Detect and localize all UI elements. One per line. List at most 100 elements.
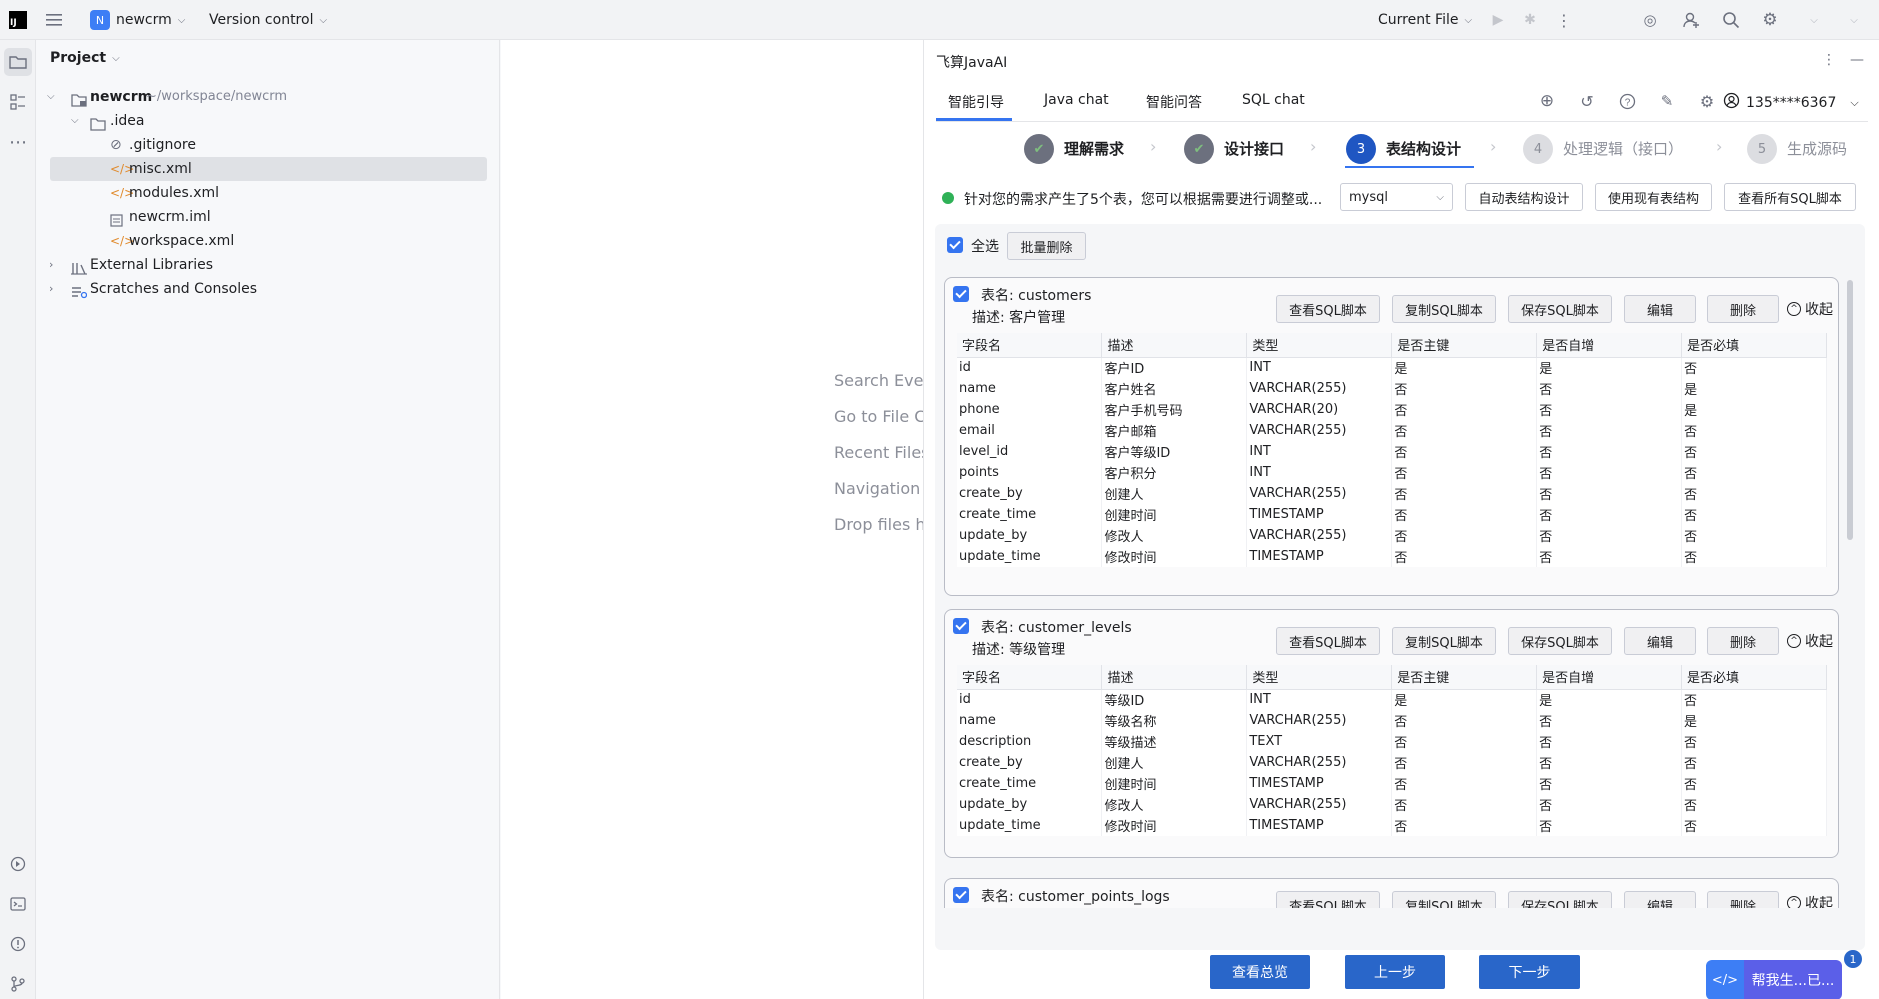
save-sql-button[interactable]: 保存SQL脚本	[1508, 891, 1612, 908]
table-row[interactable]: id 客户ID INT 是是否	[957, 357, 1827, 378]
history-icon[interactable]: ↺	[1577, 91, 1597, 111]
table-select-checkbox[interactable]	[953, 887, 969, 903]
table-row[interactable]: create_by 创建人 VARCHAR(255) 否否否	[957, 483, 1827, 504]
tab-java-chat[interactable]: Java chat	[1044, 92, 1109, 108]
table-row[interactable]: description 等级描述 TEXT 否否否	[957, 731, 1827, 752]
settings-icon[interactable]: ⚙	[1697, 91, 1717, 111]
table-row[interactable]: points 客户积分 INT 否否否	[957, 462, 1827, 483]
project-widget[interactable]: N newcrm ⌵	[90, 9, 185, 31]
table-row[interactable]: create_time 创建时间 TIMESTAMP 否否否	[957, 504, 1827, 525]
table-row[interactable]: update_by 修改人 VARCHAR(255) 否否否	[957, 525, 1827, 546]
tree-item-idea[interactable]: ⌵ .idea	[37, 109, 487, 133]
table-row[interactable]: phone 客户手机号码 VARCHAR(20) 否否是	[957, 399, 1827, 420]
tree-item-misc-xml[interactable]: </> misc.xml	[50, 157, 487, 181]
view-overview-button[interactable]: 查看总览	[1210, 955, 1310, 989]
services-icon[interactable]	[6, 852, 30, 876]
run-icon[interactable]: ▶	[1488, 10, 1508, 30]
ai-helper-widget[interactable]: </> 帮我生...已...	[1706, 960, 1842, 999]
edit-button[interactable]: 编辑	[1624, 295, 1696, 323]
copy-sql-button[interactable]: 复制SQL脚本	[1392, 627, 1496, 655]
view-all-sql-button[interactable]: 查看所有SQL脚本	[1724, 183, 1856, 211]
minimize-icon[interactable]: ⌵	[1804, 10, 1824, 30]
table-row[interactable]: name 客户姓名 VARCHAR(255) 否否是	[957, 378, 1827, 399]
copy-sql-button[interactable]: 复制SQL脚本	[1392, 295, 1496, 323]
user-account-menu[interactable]: 135****6367 ⌵	[1723, 92, 1859, 113]
table-row[interactable]: name 等级名称 VARCHAR(255) 否否是	[957, 710, 1827, 731]
table-row[interactable]: create_by 创建人 VARCHAR(255) 否否否	[957, 752, 1827, 773]
hide-panel-icon[interactable]: —	[1848, 50, 1866, 70]
db-type-select[interactable]: mysql ⌵	[1340, 183, 1453, 211]
edit-icon[interactable]: ✎	[1657, 91, 1677, 111]
main-menu-icon[interactable]	[44, 10, 64, 30]
help-icon[interactable]: ?	[1617, 91, 1637, 111]
window-control-icon[interactable]: ⌵	[1844, 10, 1864, 30]
project-folder-icon[interactable]	[4, 48, 32, 76]
tab-smart-qa[interactable]: 智能问答	[1146, 92, 1202, 112]
chevron-right-icon[interactable]: ›	[49, 253, 53, 277]
edit-button[interactable]: 编辑	[1624, 891, 1696, 908]
next-step-button[interactable]: 下一步	[1479, 955, 1580, 989]
more-tools-icon[interactable]: ⋯	[6, 130, 30, 154]
more-actions-icon[interactable]: ⋮	[1554, 10, 1574, 30]
tree-item-newcrm-iml[interactable]: newcrm.iml	[37, 205, 487, 229]
app-logo-icon[interactable]: IJ	[9, 11, 27, 29]
collapse-toggle[interactable]: ^ 收起	[1787, 299, 1833, 319]
search-icon[interactable]	[1721, 10, 1741, 30]
more-options-icon[interactable]: ⋮	[1820, 50, 1838, 70]
new-chat-icon[interactable]: ⊕	[1537, 91, 1557, 111]
step-4-label[interactable]: 处理逻辑（接口）	[1563, 138, 1683, 159]
vcs-widget[interactable]: Version control ⌵	[209, 9, 327, 31]
collapse-toggle[interactable]: ^ 收起	[1787, 631, 1833, 651]
tree-item-scratches[interactable]: › Scratches and Consoles	[37, 277, 487, 301]
chevron-right-icon[interactable]: ›	[49, 277, 53, 301]
table-row[interactable]: id 等级ID INT 是是否	[957, 689, 1827, 710]
terminal-icon[interactable]	[6, 892, 30, 916]
table-row[interactable]: email 客户邮箱 VARCHAR(255) 否否否	[957, 420, 1827, 441]
table-select-checkbox[interactable]	[953, 618, 969, 634]
step-5-label[interactable]: 生成源码	[1787, 138, 1847, 159]
save-sql-button[interactable]: 保存SQL脚本	[1508, 295, 1612, 323]
tab-sql-chat[interactable]: SQL chat	[1242, 92, 1305, 108]
chevron-down-icon[interactable]: ⌵	[71, 109, 79, 133]
copy-sql-button[interactable]: 复制SQL脚本	[1392, 891, 1496, 908]
edit-button[interactable]: 编辑	[1624, 627, 1696, 655]
step-3-label[interactable]: 表结构设计	[1386, 138, 1461, 159]
previous-step-button[interactable]: 上一步	[1345, 955, 1445, 989]
tree-item-modules-xml[interactable]: </> modules.xml	[37, 181, 487, 205]
table-row[interactable]: level_id 客户等级ID INT 否否否	[957, 441, 1827, 462]
chevron-down-icon[interactable]: ⌵	[47, 85, 55, 109]
structure-icon[interactable]	[6, 90, 30, 114]
table-row[interactable]: update_time 修改时间 TIMESTAMP 否否否	[957, 546, 1827, 567]
batch-delete-button[interactable]: 批量删除	[1007, 232, 1086, 260]
run-config-selector[interactable]: Current File ⌵	[1378, 9, 1472, 31]
settings-gear-icon[interactable]: ⚙	[1760, 10, 1780, 30]
save-sql-button[interactable]: 保存SQL脚本	[1508, 627, 1612, 655]
project-panel-header[interactable]: Project ⌵	[50, 50, 120, 66]
view-sql-button[interactable]: 查看SQL脚本	[1276, 891, 1380, 908]
view-sql-button[interactable]: 查看SQL脚本	[1276, 295, 1380, 323]
list-scrollbar[interactable]	[1847, 280, 1853, 540]
auto-schema-design-button[interactable]: 自动表结构设计	[1465, 183, 1583, 211]
add-user-icon[interactable]	[1681, 10, 1701, 30]
tab-smart-guide[interactable]: 智能引导	[948, 92, 1004, 112]
git-branch-icon[interactable]	[6, 972, 30, 996]
step-2-label[interactable]: 设计接口	[1224, 138, 1284, 159]
table-select-checkbox[interactable]	[953, 286, 969, 302]
delete-button[interactable]: 删除	[1707, 295, 1779, 323]
tree-item-newcrm[interactable]: ⌵ newcrm ~/workspace/newcrm	[37, 85, 487, 109]
delete-button[interactable]: 删除	[1707, 891, 1779, 908]
ai-assistant-icon[interactable]: ◎	[1640, 10, 1660, 30]
view-sql-button[interactable]: 查看SQL脚本	[1276, 627, 1380, 655]
use-existing-schema-button[interactable]: 使用现有表结构	[1595, 183, 1712, 211]
tree-item-workspace-xml[interactable]: </> workspace.xml	[37, 229, 487, 253]
select-all-checkbox[interactable]	[947, 237, 963, 253]
delete-button[interactable]: 删除	[1707, 627, 1779, 655]
tree-item-gitignore[interactable]: ⊘ .gitignore	[37, 133, 487, 157]
table-row[interactable]: create_time 创建时间 TIMESTAMP 否否否	[957, 773, 1827, 794]
table-row[interactable]: update_time 修改时间 TIMESTAMP 否否否	[957, 815, 1827, 836]
tree-item-external-libraries[interactable]: › External Libraries	[37, 253, 487, 277]
step-1-label[interactable]: 理解需求	[1064, 138, 1124, 159]
collapse-toggle[interactable]: ^ 收起	[1787, 893, 1833, 908]
table-row[interactable]: update_by 修改人 VARCHAR(255) 否否否	[957, 794, 1827, 815]
debug-icon[interactable]: ✱	[1520, 10, 1540, 30]
